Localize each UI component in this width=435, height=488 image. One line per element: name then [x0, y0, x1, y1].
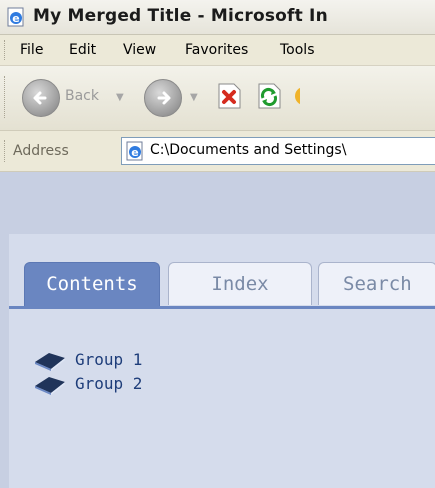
tab-contents-label: Contents — [46, 273, 138, 295]
toolbar-grip[interactable] — [4, 76, 8, 118]
menu-bar: File Edit View Favorites Tools — [0, 35, 435, 66]
book-icon — [35, 377, 65, 395]
back-arrow-icon — [33, 91, 47, 105]
back-button[interactable] — [22, 79, 60, 117]
refresh-button[interactable] — [254, 81, 284, 111]
ie-page-icon: e — [7, 7, 24, 27]
svg-text:e: e — [12, 12, 19, 25]
tab-contents[interactable]: Contents — [24, 262, 160, 308]
book-icon — [35, 353, 65, 371]
ie-page-icon: e — [126, 141, 143, 161]
address-value[interactable]: C:\Documents and Settings\ — [150, 142, 346, 158]
tab-underline — [9, 306, 435, 309]
tab-index-label: Index — [211, 273, 269, 295]
address-label: Address — [13, 143, 69, 159]
menu-tools[interactable]: Tools — [280, 42, 315, 58]
address-input[interactable]: e C:\Documents and Settings\ — [121, 137, 435, 165]
window-title: My Merged Title - Microsoft In — [33, 6, 328, 26]
toolbar: Back ▼ ▼ — [0, 66, 435, 131]
forward-dropdown-icon[interactable]: ▼ — [190, 92, 198, 103]
home-button[interactable] — [290, 81, 300, 111]
refresh-icon — [258, 83, 281, 109]
menu-file[interactable]: File — [20, 42, 43, 58]
tab-search-label: Search — [343, 273, 412, 295]
back-label[interactable]: Back — [65, 88, 99, 104]
tab-search[interactable]: Search — [318, 262, 435, 305]
back-dropdown-icon[interactable]: ▼ — [116, 92, 124, 103]
menu-grip[interactable] — [4, 40, 8, 60]
title-bar: e My Merged Title - Microsoft In — [0, 0, 435, 35]
stop-button[interactable] — [214, 81, 244, 111]
help-pane — [0, 172, 435, 488]
tree-item-label[interactable]: Group 2 — [75, 374, 142, 393]
menu-view[interactable]: View — [123, 42, 156, 58]
svg-text:e: e — [131, 146, 138, 159]
address-grip[interactable] — [4, 140, 8, 162]
stop-icon — [218, 83, 241, 109]
tree-item-label[interactable]: Group 1 — [75, 350, 142, 369]
forward-button[interactable] — [144, 79, 182, 117]
forward-arrow-icon — [157, 91, 171, 105]
address-bar: Address e C:\Documents and Settings\ — [0, 131, 435, 172]
menu-edit[interactable]: Edit — [69, 42, 96, 58]
home-icon — [295, 87, 300, 105]
tab-index[interactable]: Index — [168, 262, 312, 305]
menu-favorites[interactable]: Favorites — [185, 42, 248, 58]
